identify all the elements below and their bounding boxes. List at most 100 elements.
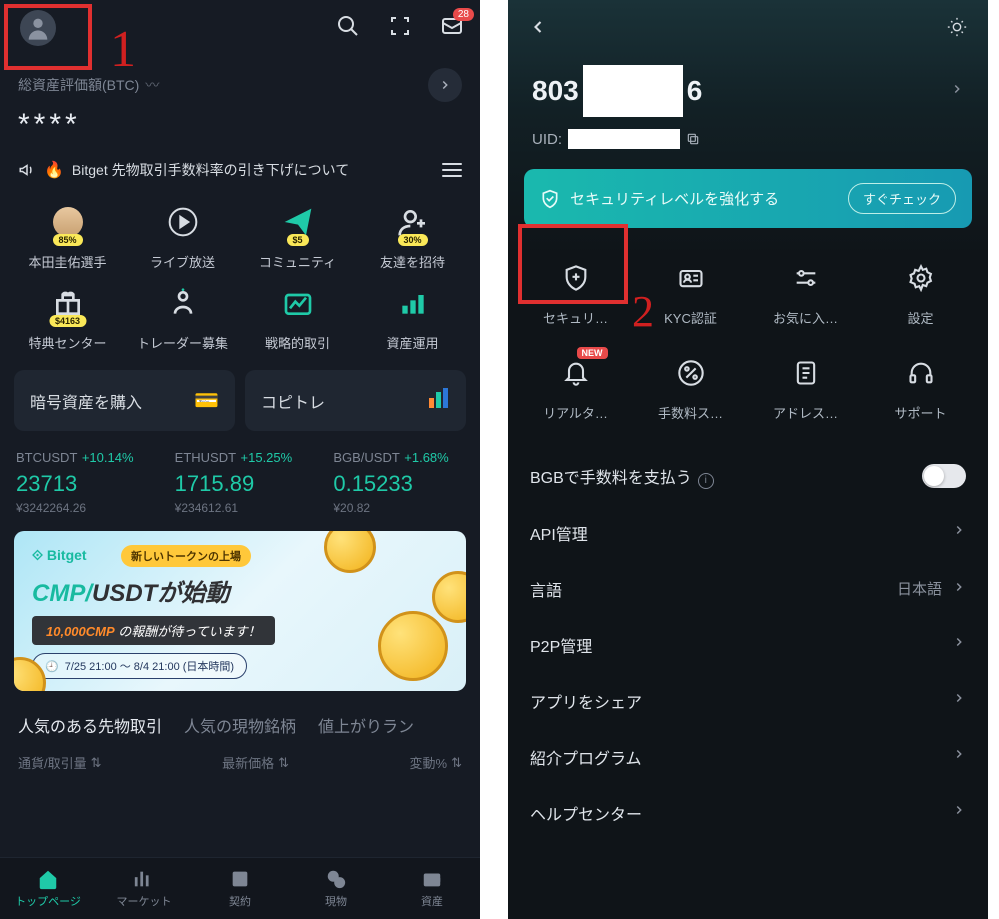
chevron-right-icon xyxy=(952,635,966,654)
grid-fees[interactable]: 手数料ス… xyxy=(633,353,748,422)
back-button[interactable] xyxy=(528,17,548,42)
grid-support[interactable]: サポート xyxy=(863,353,978,422)
shield-plus-icon xyxy=(556,258,596,298)
redacted-box xyxy=(568,129,680,149)
copy-icon[interactable] xyxy=(686,132,700,146)
nav-market[interactable]: マーケット xyxy=(96,858,192,919)
ticker-btc[interactable]: BTCUSDT +10.14% 23713 ¥3242264.26 xyxy=(16,449,147,515)
quick-actions-grid: 85% 本田圭佑選手 ライブ放送 $5 コミュニティ 30% 友達を招待 xyxy=(0,194,480,358)
balance-label: 総資産評価額(BTC) 〰 xyxy=(18,75,159,95)
nav-home[interactable]: トップページ xyxy=(0,858,96,919)
settings-list: BGBで手数料を支払うi API管理 言語 日本語 P2P管理 アプリをシェア … xyxy=(508,442,988,841)
avatar-button[interactable] xyxy=(20,10,56,46)
megaphone-icon xyxy=(18,161,36,179)
chevron-right-icon xyxy=(952,691,966,710)
sort-icon: ⇅ xyxy=(91,755,102,771)
security-banner[interactable]: セキュリティレベルを強化する すぐチェック xyxy=(524,169,972,228)
grid-strategy[interactable]: 戦略的取引 xyxy=(240,281,355,352)
user-plus-icon: 30% xyxy=(391,200,435,244)
sort-icon: ⇅ xyxy=(451,755,462,771)
card-icon: 💳 xyxy=(194,388,219,413)
bell-icon: NEW xyxy=(556,353,596,393)
search-button[interactable] xyxy=(336,14,360,43)
sliders-icon xyxy=(786,258,826,298)
sort-price[interactable]: 最新価格 ⇅ xyxy=(222,753,289,772)
banner-chip: 新しいトークンの上場 xyxy=(121,545,251,567)
new-badge: NEW xyxy=(577,347,608,359)
gift-icon: $4163 xyxy=(46,281,90,325)
grid-community[interactable]: $5 コミュニティ xyxy=(240,200,355,271)
chevron-right-icon xyxy=(952,803,966,822)
grid-trader[interactable]: トレーダー募集 xyxy=(125,281,240,352)
balance-value: **** xyxy=(0,106,480,152)
eye-hidden-icon[interactable]: 〰 xyxy=(145,75,159,95)
grid-settings[interactable]: 設定 xyxy=(863,258,978,327)
chart-icon xyxy=(276,281,320,325)
grid-address[interactable]: アドレス… xyxy=(748,353,863,422)
shield-check-icon xyxy=(540,189,560,209)
nav-futures[interactable]: 契約 xyxy=(192,858,288,919)
grid-realtime[interactable]: NEW リアルタ… xyxy=(518,353,633,422)
copytrade-button[interactable]: コピトレ xyxy=(245,370,466,431)
banner-reward: 10,000CMP の報酬が待っています！ xyxy=(32,616,275,645)
nav-spot[interactable]: 現物 xyxy=(288,858,384,919)
info-icon[interactable]: i xyxy=(698,473,714,489)
tab-futures[interactable]: 人気のある先物取引 xyxy=(18,713,162,737)
annotation-label-1: 1 xyxy=(110,20,136,79)
coin-icon xyxy=(324,531,376,573)
sort-icon: ⇅ xyxy=(278,755,289,771)
home-screen: 1 28 総資産評価額(BTC) 〰 **** 🔥 Bitget 先物取引手数料… xyxy=(0,0,480,919)
news-ticker[interactable]: 🔥 Bitget 先物取引手数料率の引き下げについて xyxy=(18,160,349,180)
setting-p2p[interactable]: P2P管理 xyxy=(508,617,988,673)
paper-plane-icon: $5 xyxy=(276,200,320,244)
scan-button[interactable] xyxy=(388,14,412,43)
chevron-right-icon xyxy=(952,580,966,598)
setting-language[interactable]: 言語 日本語 xyxy=(508,561,988,617)
nav-assets[interactable]: 資産 xyxy=(384,858,480,919)
ticker-bgb[interactable]: BGB/USDT +1.68% 0.15233 ¥20.82 xyxy=(333,449,464,515)
balance-detail-button[interactable] xyxy=(428,68,462,102)
profile-screen: 2 8036 UID: セキュリティレベルを強化する すぐチェック セキュリ… … xyxy=(508,0,988,919)
grid-honda[interactable]: 85% 本田圭佑選手 xyxy=(10,200,125,271)
theme-toggle-button[interactable] xyxy=(946,16,968,43)
market-tabs: 人気のある先物取引 人気の現物銘柄 値上がりラン xyxy=(0,703,480,747)
security-check-button[interactable]: すぐチェック xyxy=(848,183,956,214)
inbox-button[interactable]: 28 xyxy=(440,14,464,43)
inbox-badge: 28 xyxy=(453,8,474,21)
setting-api[interactable]: API管理 xyxy=(508,505,988,561)
coin-icon xyxy=(378,611,448,681)
tab-gainers[interactable]: 値上がりラン xyxy=(318,713,414,737)
ticker-row: BTCUSDT +10.14% 23713 ¥3242264.26 ETHUSD… xyxy=(0,443,480,527)
setting-bgb-fees[interactable]: BGBで手数料を支払うi xyxy=(508,448,988,505)
grid-live[interactable]: ライブ放送 xyxy=(125,200,240,271)
setting-help[interactable]: ヘルプセンター xyxy=(508,785,988,841)
ticker-eth[interactable]: ETHUSDT +15.25% 1715.89 ¥234612.61 xyxy=(175,449,306,515)
grid-rewards[interactable]: $4163 特典センター xyxy=(10,281,125,352)
sort-pair[interactable]: 通貨/取引量 ⇅ xyxy=(18,753,102,772)
bars-icon xyxy=(391,281,435,325)
profile-header[interactable]: 8036 xyxy=(508,59,988,125)
buy-crypto-button[interactable]: 暗号資産を購入 💳 xyxy=(14,370,235,431)
avatar-icon: 85% xyxy=(46,200,90,244)
banner-time: 🕘 7/25 21:00 ～ 8/4 21:00 (日本時間) xyxy=(32,653,247,679)
setting-referral[interactable]: 紹介プログラム xyxy=(508,729,988,785)
grid-favorites[interactable]: お気に入… xyxy=(748,258,863,327)
grid-earn[interactable]: 資産運用 xyxy=(355,281,470,352)
banner-title: CMP/USDTが始動 xyxy=(32,573,448,608)
phone-number: 8036 xyxy=(532,65,702,117)
copytrade-bars-icon xyxy=(426,386,450,415)
annotation-label-2: 2 xyxy=(632,286,654,337)
profile-grid: セキュリ… KYC認証 お気に入… 設定 NEW リアルタ… 手数料ス… ア xyxy=(508,246,988,442)
sort-change[interactable]: 変動% ⇅ xyxy=(410,753,462,772)
user-icon xyxy=(24,14,52,42)
percent-icon xyxy=(671,353,711,393)
id-card-icon xyxy=(671,258,711,298)
setting-share[interactable]: アプリをシェア xyxy=(508,673,988,729)
news-menu-button[interactable] xyxy=(442,163,462,177)
bgb-toggle[interactable] xyxy=(922,464,966,488)
grid-invite[interactable]: 30% 友達を招待 xyxy=(355,200,470,271)
uid-row: UID: xyxy=(508,125,988,165)
bottom-nav: トップページ マーケット 契約 現物 資産 xyxy=(0,857,480,919)
tab-spot[interactable]: 人気の現物銘柄 xyxy=(184,713,296,737)
promo-banner[interactable]: ⟐ Bitget 新しいトークンの上場 CMP/USDTが始動 10,000CM… xyxy=(14,531,466,691)
